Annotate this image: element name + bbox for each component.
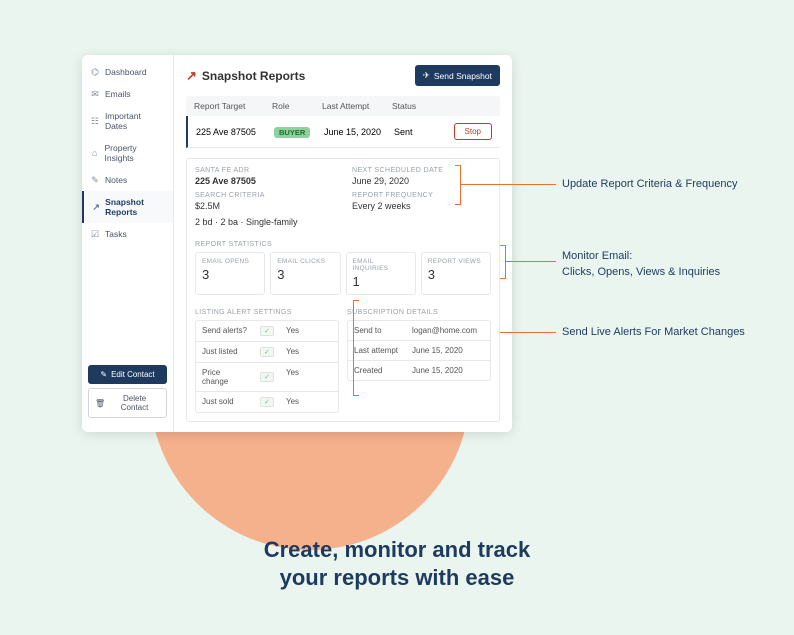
checklist-icon: ☑ [90,229,100,239]
alerts-section-label: LISTING ALERT SETTINGS [195,309,339,316]
app-window: ⌬ Dashboard ✉ Emails ☷ Important Dates ⌂ Pro… [82,55,512,432]
address-label: SANTA FE ADR [195,167,334,174]
address-value: 225 Ave 87505 [195,176,334,186]
detail-card: SANTA FE ADR 225 Ave 87505 SEARCH CRITER… [186,158,500,422]
criteria-label: SEARCH CRITERIA [195,192,334,199]
callout-monitor-2: Clicks, Opens, Views & Inquiries [562,266,720,278]
page-title: ↗Snapshot Reports [186,68,305,84]
subscription-table: Send tologan@home.com Last attemptJune 1… [347,320,491,381]
check-icon[interactable]: ✓ [260,397,274,407]
check-icon[interactable]: ✓ [260,347,274,357]
sidebar-item-property-insights[interactable]: ⌂ Property Insights [82,137,173,169]
send-snapshot-button[interactable]: ✈Send Snapshot [415,65,500,86]
stat-email-clicks: EMAIL CLICKS3 [270,252,340,295]
tagline: Create, monitor and track your reports w… [0,536,794,593]
chart-icon: ↗ [92,202,100,212]
snapshot-icon: ↗ [186,68,197,84]
cell-status: Sent [394,127,444,137]
cell-attempt: June 15, 2020 [324,127,394,137]
subscription-section-label: SUBSCRIPTION DETAILS [347,309,491,316]
home-icon: ⌂ [90,148,99,158]
sidebar-item-snapshot-reports[interactable]: ↗ Snapshot Reports [82,191,173,223]
callout-monitor-1: Monitor Email: [562,250,632,262]
edit-contact-button[interactable]: ✎Edit Contact [88,365,167,384]
sidebar-item-label: Dashboard [105,67,147,77]
sidebar-item-dashboard[interactable]: ⌬ Dashboard [82,61,173,83]
alerts-table: Send alerts?✓Yes Just listed✓Yes Price c… [195,320,339,413]
col-header-status: Status [392,101,442,111]
sub-row: CreatedJune 15, 2020 [348,361,490,380]
frequency-value: Every 2 weeks [352,201,491,211]
stat-report-views: REPORT VIEWS3 [421,252,491,295]
sidebar-item-notes[interactable]: ✎ Notes [82,169,173,191]
callout-criteria: Update Report Criteria & Frequency [562,178,737,190]
col-header-target: Report Target [194,101,272,111]
alert-row: Price change✓Yes [196,363,338,392]
mail-icon: ✉ [90,89,100,99]
frequency-label: REPORT FREQUENCY [352,192,491,199]
check-icon[interactable]: ✓ [260,372,274,382]
role-badge: BUYER [274,127,310,138]
alert-row: Just listed✓Yes [196,342,338,363]
sidebar: ⌬ Dashboard ✉ Emails ☷ Important Dates ⌂ Pro… [82,55,174,432]
sidebar-item-important-dates[interactable]: ☷ Important Dates [82,105,173,137]
pencil-icon: ✎ [100,370,107,379]
sidebar-item-label: Notes [105,175,127,185]
pencil-icon: ✎ [90,175,100,185]
next-date-label: NEXT SCHEDULED DATE [352,167,491,174]
page-header: ↗Snapshot Reports ✈Send Snapshot [186,65,500,86]
stat-email-inquiries: EMAIL INQUIRIES1 [346,252,416,295]
col-header-role: Role [272,101,322,111]
main-content: ↗Snapshot Reports ✈Send Snapshot Report … [174,55,512,432]
stats-row: EMAIL OPENS3 EMAIL CLICKS3 EMAIL INQUIRI… [195,252,491,295]
dashboard-icon: ⌬ [90,67,100,77]
table-row[interactable]: 225 Ave 87505 BUYER June 15, 2020 Sent S… [186,116,500,148]
sidebar-item-label: Property Insights [104,143,165,163]
sidebar-item-label: Snapshot Reports [105,197,165,217]
stop-button[interactable]: Stop [454,123,492,140]
calendar-icon: ☷ [90,116,100,126]
price-value: $2.5M [195,201,334,211]
check-icon[interactable]: ✓ [260,326,274,336]
sidebar-item-label: Tasks [105,229,127,239]
sidebar-item-label: Emails [105,89,131,99]
sub-row: Send tologan@home.com [348,321,490,341]
stats-section-label: REPORT STATISTICS [195,241,491,248]
criteria-value: 2 bd · 2 ba · Single-family [195,217,334,227]
table-header: Report Target Role Last Attempt Status [186,96,500,116]
col-header-attempt: Last Attempt [322,101,392,111]
cell-target: 225 Ave 87505 [196,127,274,137]
sub-row: Last attemptJune 15, 2020 [348,341,490,361]
send-icon: ✈ [423,70,430,81]
callout-alerts: Send Live Alerts For Market Changes [562,326,745,338]
trash-icon: 🗑 [95,399,105,408]
stat-email-opens: EMAIL OPENS3 [195,252,265,295]
alert-row: Just sold✓Yes [196,392,338,412]
alert-row: Send alerts?✓Yes [196,321,338,342]
sidebar-item-label: Important Dates [105,111,165,131]
sidebar-item-emails[interactable]: ✉ Emails [82,83,173,105]
sidebar-item-tasks[interactable]: ☑ Tasks [82,223,173,245]
delete-contact-button[interactable]: 🗑Delete Contact [88,388,167,418]
